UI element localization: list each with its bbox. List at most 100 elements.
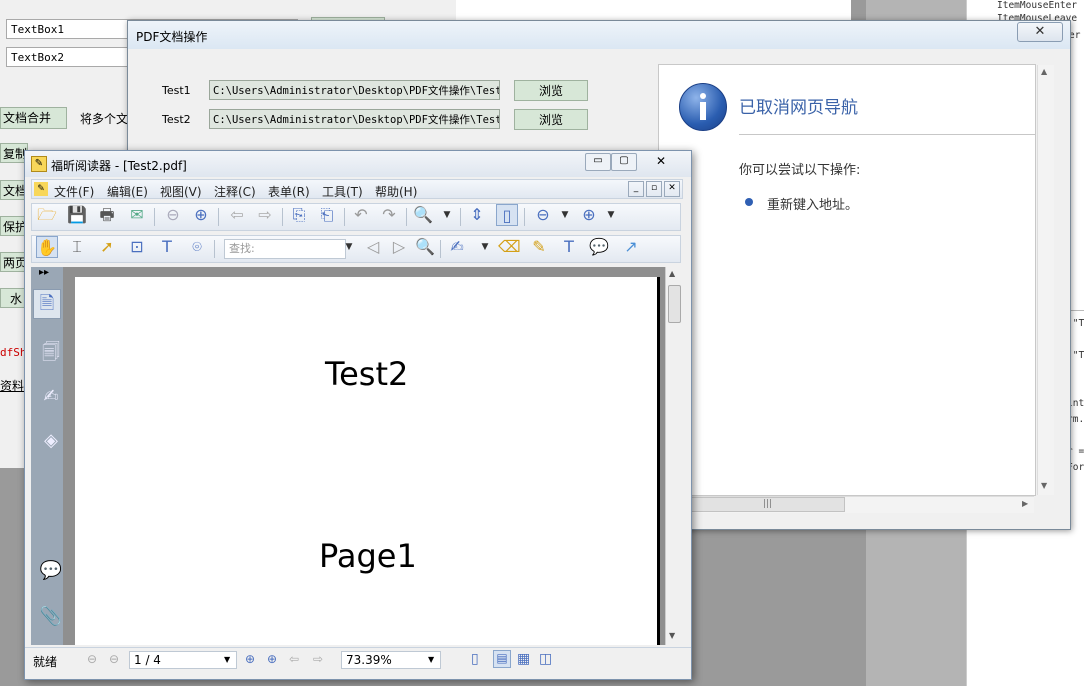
close-button[interactable]: ✕ (637, 153, 685, 169)
zoom-icon[interactable]: 🔍 (412, 204, 434, 226)
maximize-button[interactable]: ▢ (611, 153, 637, 171)
arrow-tool-icon[interactable]: ↗ (620, 236, 642, 258)
extract-page-icon[interactable]: ⎘ (288, 204, 310, 226)
page-number-field[interactable]: 1 / 4 ▼ (129, 651, 237, 669)
zoom-out-dropdown-icon[interactable]: ▼ (554, 204, 576, 226)
horizontal-scrollbar[interactable]: ||| ▶ (690, 496, 1034, 513)
zoom-out-icon[interactable]: ⊖ (532, 204, 554, 226)
test2-path-input[interactable]: C:\Users\Administrator\Desktop\PDF文件操作\T… (209, 109, 500, 129)
horizontal-scroll-thumb[interactable]: ||| (690, 497, 845, 512)
document-vertical-scrollbar[interactable]: ▲ ▼ (665, 267, 682, 645)
select-text-icon[interactable]: ⌶ (66, 236, 88, 258)
forward-arrow-icon[interactable]: ⇨ (254, 204, 276, 226)
find-next-icon[interactable]: ▷ (388, 236, 410, 258)
single-page-icon[interactable]: ▯ (471, 651, 479, 667)
test2-label: Test2 (162, 113, 191, 126)
menu-edit[interactable]: 编辑(E) (107, 183, 148, 200)
textbox-icon[interactable]: T (558, 236, 580, 258)
open-folder-icon[interactable]: 🗁 (36, 204, 58, 226)
typewriter-dropdown-icon[interactable]: ▼ (474, 236, 496, 258)
foxit-app-icon: ✎ (31, 156, 47, 172)
expand-sidebar-icon[interactable]: ▸▸ (39, 267, 49, 278)
save-icon[interactable]: 💾 (66, 204, 88, 226)
continuous-page-icon[interactable]: ▤ (493, 650, 511, 668)
fit-width-icon[interactable]: ▯ (496, 204, 518, 226)
attachments-icon[interactable]: 📎 (39, 603, 63, 631)
menu-view[interactable]: 视图(V) (160, 183, 202, 200)
layers-icon[interactable]: ◈ (39, 427, 63, 455)
insert-page-icon[interactable]: ⎗ (316, 204, 338, 226)
pdf-window-title: PDF文档操作 (136, 30, 208, 44)
menu-bar: ✎ 文件(F) 编辑(E) 视图(V) 注释(C) 表单(R) 工具(T) 帮助… (31, 179, 683, 199)
email-icon[interactable]: ✉ (126, 204, 148, 226)
foxit-titlebar: ✎ 福昕阅读器 - [Test2.pdf] ▭ ▢ ✕ (25, 151, 691, 177)
facing-page-icon[interactable]: ▦ (517, 651, 530, 667)
doc-close-button[interactable]: ✕ (664, 181, 680, 197)
highlight-icon[interactable]: ✎ (528, 236, 550, 258)
find-input[interactable]: 查找: (224, 239, 346, 259)
merge-button[interactable]: 文档合并 (0, 107, 67, 129)
doc-scroll-up-icon[interactable]: ▲ (669, 269, 675, 278)
first-page-icon[interactable]: ⊖ (87, 652, 97, 666)
prev-page-icon[interactable]: ⊖ (162, 204, 184, 226)
annotations-icon[interactable]: ✍ (39, 383, 63, 411)
zoom-dropdown-icon[interactable]: ▼ (428, 655, 434, 664)
next-page-icon[interactable]: ⊕ (190, 204, 212, 226)
nav-back-icon[interactable]: ⇦ (289, 652, 299, 666)
text-tool-icon[interactable]: T (156, 236, 178, 258)
page-text-test2: Test2 (325, 355, 409, 393)
code-line: ItemMouseEnter (997, 0, 1078, 11)
minimize-button[interactable]: ▭ (585, 153, 611, 171)
undo-icon[interactable]: ↶ (350, 204, 372, 226)
typewriter-icon[interactable]: ✍ (446, 236, 468, 258)
fit-page-icon[interactable]: ⇕ (466, 204, 488, 226)
doc-scroll-down-icon[interactable]: ▼ (669, 631, 675, 640)
vertical-scrollbar[interactable]: ▲ ▼ (1037, 65, 1054, 495)
redo-icon[interactable]: ↷ (378, 204, 400, 226)
back-arrow-icon[interactable]: ⇦ (226, 204, 248, 226)
test1-path-input[interactable]: C:\Users\Administrator\Desktop\PDF文件操作\T… (209, 80, 500, 100)
menu-file[interactable]: 文件(F) (54, 183, 94, 200)
menu-tools[interactable]: 工具(T) (322, 183, 363, 200)
menu-comment[interactable]: 注释(C) (214, 183, 256, 200)
scroll-down-arrow-icon[interactable]: ▼ (1041, 481, 1047, 490)
continuous-facing-icon[interactable]: ◫ (539, 651, 552, 667)
doc-restore-button[interactable]: ▫ (646, 181, 662, 197)
scroll-up-arrow-icon[interactable]: ▲ (1041, 67, 1047, 76)
print-icon[interactable]: 🖶 (96, 204, 118, 226)
menu-help[interactable]: 帮助(H) (375, 183, 417, 200)
doc-minimize-button[interactable]: _ (628, 181, 644, 197)
find-dropdown-icon[interactable]: ▼ (338, 236, 360, 258)
menu-form[interactable]: 表单(R) (268, 183, 310, 200)
browse-button-2[interactable]: 浏览 (514, 109, 588, 130)
doc-scroll-thumb[interactable] (668, 285, 681, 323)
bookmarks-icon[interactable]: 🗎 (33, 289, 61, 319)
scroll-right-arrow-icon[interactable]: ▶ (1022, 499, 1028, 508)
nav-forward-icon[interactable]: ⇨ (313, 652, 323, 666)
eraser-icon[interactable]: ⌫ (498, 236, 521, 258)
close-button[interactable]: ✕ (1017, 22, 1063, 42)
retype-address-item[interactable]: 重新键入地址。 (767, 194, 858, 213)
foxit-reader-window: ✎ 福昕阅读器 - [Test2.pdf] ▭ ▢ ✕ ✎ 文件(F) 编辑(E… (24, 150, 692, 680)
link-text[interactable]: 资料 (0, 377, 24, 394)
foxit-title: 福昕阅读器 - [Test2.pdf] (51, 159, 187, 173)
pages-icon[interactable]: 🗐 (39, 339, 63, 367)
note-icon[interactable]: 💬 (588, 236, 610, 258)
find-prev-icon[interactable]: ◁ (362, 236, 384, 258)
next-page-status-icon[interactable]: ⊕ (245, 652, 255, 666)
zoom-field[interactable]: 73.39% ▼ (341, 651, 441, 669)
zoom-in-dropdown-icon[interactable]: ▼ (600, 204, 622, 226)
binoculars-icon[interactable]: ⊡ (126, 236, 148, 258)
select-arrow-icon[interactable]: ➚ (96, 236, 118, 258)
dropdown-arrow-icon[interactable]: ▼ (436, 204, 458, 226)
page-dropdown-icon[interactable]: ▼ (224, 655, 230, 664)
last-page-icon[interactable]: ⊕ (267, 652, 277, 666)
doc-icon: ✎ (34, 182, 48, 196)
prev-page-status-icon[interactable]: ⊖ (109, 652, 119, 666)
comments-icon[interactable]: 💬 (39, 557, 63, 585)
zoom-in-icon[interactable]: ⊕ (578, 204, 600, 226)
snapshot-camera-icon[interactable]: ⌾ (186, 236, 208, 258)
search-icon[interactable]: 🔍 (414, 236, 436, 258)
browse-button-1[interactable]: 浏览 (514, 80, 588, 101)
hand-tool-icon[interactable]: ✋ (36, 236, 58, 258)
